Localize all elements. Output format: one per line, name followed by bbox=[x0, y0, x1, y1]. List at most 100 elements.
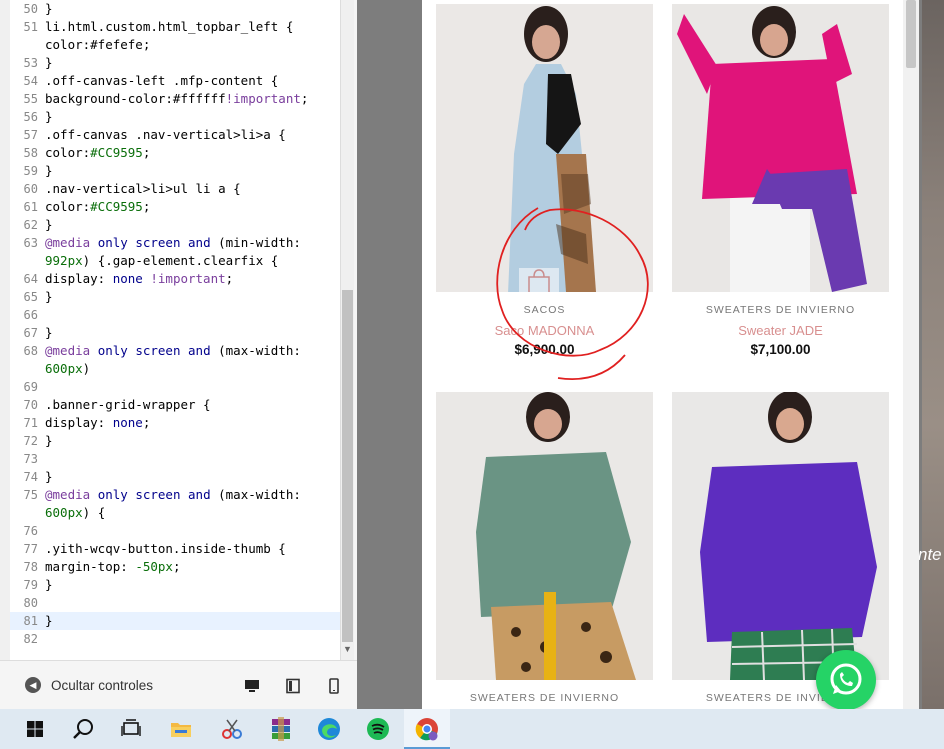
code-text[interactable]: color:#CC9595; bbox=[45, 198, 150, 216]
product-category[interactable]: SWEATERS DE INVIERNO bbox=[436, 692, 653, 705]
search-icon[interactable] bbox=[68, 714, 98, 744]
code-line[interactable]: 600px) bbox=[10, 360, 340, 378]
code-line[interactable]: 71 display: none; bbox=[10, 414, 340, 432]
code-line[interactable]: 63 @media only screen and (min-width: bbox=[10, 234, 340, 252]
code-text[interactable]: display: none !important; bbox=[45, 270, 233, 288]
code-line[interactable]: 59} bbox=[10, 162, 340, 180]
code-text[interactable]: } bbox=[45, 324, 53, 342]
code-line[interactable]: 77 .yith-wcqv-button.inside-thumb { bbox=[10, 540, 340, 558]
code-text[interactable]: } bbox=[45, 216, 53, 234]
code-line[interactable]: 62} bbox=[10, 216, 340, 234]
code-text[interactable]: } bbox=[45, 468, 53, 486]
code-line[interactable]: 58 color:#CC9595; bbox=[10, 144, 340, 162]
code-line[interactable]: 992px) {.gap-element.clearfix { bbox=[10, 252, 340, 270]
code-text[interactable]: @media only screen and (max-width: bbox=[45, 486, 301, 504]
code-line[interactable]: 50} bbox=[10, 0, 340, 18]
code-line[interactable]: 76 bbox=[10, 522, 340, 540]
code-text[interactable]: } bbox=[45, 432, 53, 450]
code-line[interactable]: 73 bbox=[10, 450, 340, 468]
code-text[interactable]: } bbox=[45, 0, 53, 18]
editor-scrollbar-thumb[interactable] bbox=[342, 290, 353, 642]
task-view-icon[interactable] bbox=[116, 714, 146, 744]
product-card[interactable]: SWEATERS DE INVIERNO bbox=[436, 392, 653, 705]
code-text[interactable]: .banner-grid-wrapper { bbox=[45, 396, 211, 414]
code-line[interactable]: 74} bbox=[10, 468, 340, 486]
code-line[interactable]: 600px) { bbox=[10, 504, 340, 522]
code-line[interactable]: 80 bbox=[10, 594, 340, 612]
code-line[interactable]: 78 margin-top: -50px; bbox=[10, 558, 340, 576]
code-text[interactable]: } bbox=[45, 162, 53, 180]
code-text[interactable]: color:#fefefe; bbox=[45, 36, 150, 54]
code-line[interactable]: 81} bbox=[10, 612, 340, 630]
windows-start-icon[interactable] bbox=[20, 714, 50, 744]
code-line[interactable]: 67} bbox=[10, 324, 340, 342]
hide-controls-button[interactable]: ◀ Ocultar controles bbox=[25, 677, 153, 693]
code-text[interactable]: display: none; bbox=[45, 414, 150, 432]
code-line[interactable]: 53} bbox=[10, 54, 340, 72]
line-number: 50 bbox=[23, 2, 38, 16]
code-text[interactable]: } bbox=[45, 612, 53, 630]
code-line[interactable]: 70 .banner-grid-wrapper { bbox=[10, 396, 340, 414]
code-line[interactable]: 79} bbox=[10, 576, 340, 594]
store-scrollbar-track[interactable] bbox=[903, 0, 919, 709]
code-text[interactable]: 600px) { bbox=[45, 504, 105, 522]
store-scrollbar-thumb[interactable] bbox=[906, 0, 916, 68]
scroll-down-arrow-icon[interactable]: ▼ bbox=[342, 643, 353, 655]
code-line[interactable]: 61 color:#CC9595; bbox=[10, 198, 340, 216]
code-line[interactable]: 55 background-color:#ffffff!important; bbox=[10, 90, 340, 108]
code-text[interactable]: background-color:#ffffff!important; bbox=[45, 90, 308, 108]
code-text[interactable]: @media only screen and (min-width: bbox=[45, 234, 301, 252]
line-number: 73 bbox=[23, 452, 38, 466]
code-text[interactable]: 992px) {.gap-element.clearfix { bbox=[45, 252, 278, 270]
product-price: $7,100.00 bbox=[750, 342, 811, 357]
product-image[interactable] bbox=[436, 392, 653, 680]
code-line[interactable]: 68 @media only screen and (max-width: bbox=[10, 342, 340, 360]
product-image[interactable] bbox=[672, 392, 889, 680]
winrar-icon[interactable] bbox=[266, 714, 296, 744]
code-text[interactable]: .yith-wcqv-button.inside-thumb { bbox=[45, 540, 286, 558]
code-text[interactable]: .off-canvas .nav-vertical>li>a { bbox=[45, 126, 286, 144]
product-image[interactable] bbox=[672, 4, 889, 292]
line-number: 76 bbox=[23, 524, 38, 538]
code-text[interactable]: margin-top: -50px; bbox=[45, 558, 180, 576]
line-number: 64 bbox=[23, 272, 38, 286]
css-code-editor[interactable]: 50} 51 li.html.custom.html_topbar_left {co… bbox=[10, 0, 341, 660]
code-text[interactable]: 600px) bbox=[45, 360, 90, 378]
code-line[interactable]: color:#fefefe; bbox=[10, 36, 340, 54]
edge-icon[interactable] bbox=[314, 714, 344, 744]
code-text[interactable]: color:#CC9595; bbox=[45, 144, 150, 162]
code-text[interactable]: } bbox=[45, 576, 53, 594]
spotify-icon[interactable] bbox=[363, 714, 393, 744]
code-line[interactable]: 72} bbox=[10, 432, 340, 450]
code-text[interactable]: @media only screen and (max-width: bbox=[45, 342, 301, 360]
code-text[interactable]: } bbox=[45, 54, 53, 72]
code-line[interactable]: 75 @media only screen and (max-width: bbox=[10, 486, 340, 504]
product-card[interactable]: SWEATERS DE INVIERNO Sweater JADE $7,100… bbox=[672, 4, 889, 357]
snipping-tool-icon[interactable] bbox=[217, 714, 247, 744]
code-text[interactable]: .off-canvas-left .mfp-content { bbox=[45, 72, 278, 90]
code-text[interactable]: .nav-vertical>li>ul li a { bbox=[45, 180, 241, 198]
code-line[interactable]: 69 bbox=[10, 378, 340, 396]
code-line[interactable]: 51 li.html.custom.html_topbar_left { bbox=[10, 18, 340, 36]
whatsapp-chat-button[interactable] bbox=[816, 650, 876, 710]
product-category[interactable]: SWEATERS DE INVIERNO bbox=[672, 304, 889, 317]
code-line[interactable]: 65} bbox=[10, 288, 340, 306]
mobile-preview-icon[interactable] bbox=[326, 678, 342, 694]
code-line[interactable]: 66 bbox=[10, 306, 340, 324]
line-number: 65 bbox=[23, 290, 38, 304]
code-text[interactable]: } bbox=[45, 288, 53, 306]
code-line[interactable]: 56} bbox=[10, 108, 340, 126]
code-line[interactable]: 82 bbox=[10, 630, 340, 648]
code-line[interactable]: 54 .off-canvas-left .mfp-content { bbox=[10, 72, 340, 90]
code-line[interactable]: 64 display: none !important; bbox=[10, 270, 340, 288]
code-text[interactable]: li.html.custom.html_topbar_left { bbox=[45, 18, 293, 36]
code-text[interactable]: } bbox=[45, 108, 53, 126]
chrome-icon[interactable] bbox=[412, 714, 442, 744]
file-explorer-icon[interactable] bbox=[166, 714, 196, 744]
code-line[interactable]: 57 .off-canvas .nav-vertical>li>a { bbox=[10, 126, 340, 144]
tablet-preview-icon[interactable] bbox=[285, 678, 301, 694]
product-name[interactable]: Sweater JADE bbox=[672, 323, 889, 339]
background-photo bbox=[922, 0, 944, 709]
code-line[interactable]: 60 .nav-vertical>li>ul li a { bbox=[10, 180, 340, 198]
desktop-preview-icon[interactable] bbox=[244, 678, 260, 694]
